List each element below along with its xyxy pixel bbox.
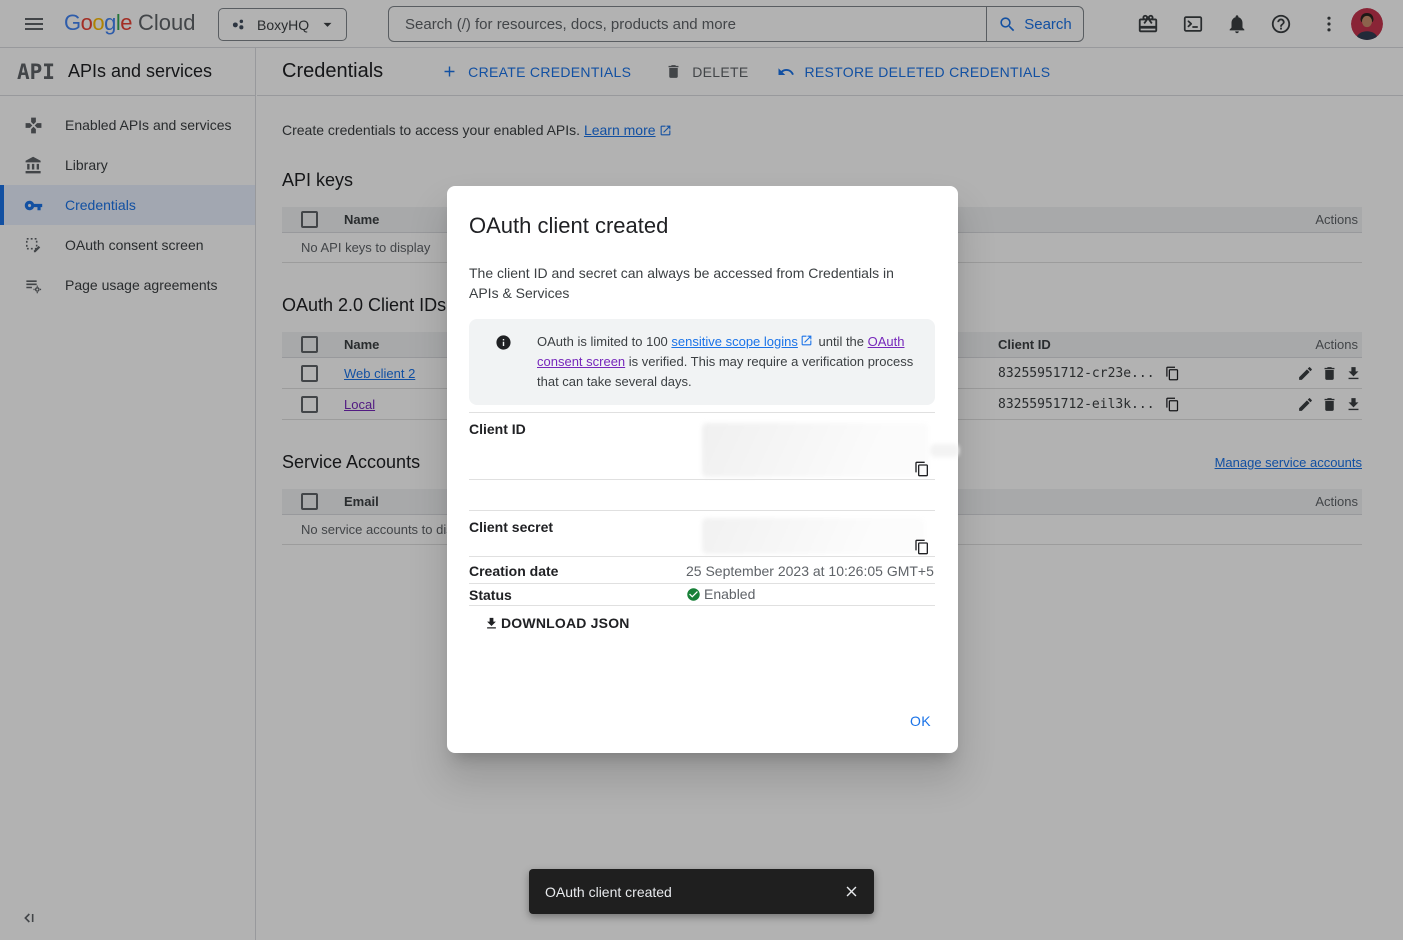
- client-secret-redacted-value: [702, 518, 924, 554]
- client-id-redacted-value: [702, 423, 928, 477]
- dialog-title: OAuth client created: [469, 212, 935, 240]
- toast-message: OAuth client created: [545, 884, 672, 900]
- creation-date-value: 25 September 2023 at 10:26:05 GMT+5: [686, 563, 934, 579]
- spacer-row: [469, 479, 935, 510]
- toast-close-icon[interactable]: [843, 883, 860, 900]
- copy-client-secret-icon[interactable]: [914, 539, 930, 555]
- toast: OAuth client created: [529, 869, 874, 914]
- copy-client-id-icon[interactable]: [914, 461, 930, 477]
- notice-banner: OAuth is limited to 100 sensitive scope …: [469, 319, 935, 405]
- status-value: Enabled: [704, 586, 755, 602]
- creation-date-row: Creation date 25 September 2023 at 10:26…: [469, 556, 935, 583]
- external-link-icon: [800, 334, 813, 347]
- client-secret-row: Client secret: [469, 510, 935, 556]
- client-id-row: Client ID: [469, 412, 935, 479]
- sensitive-scope-logins-link[interactable]: sensitive scope logins: [671, 334, 797, 349]
- status-row: Status Enabled: [469, 583, 935, 606]
- status-enabled-icon: [686, 587, 701, 602]
- screen: Google Cloud BoxyHQ Search: [0, 0, 1403, 940]
- notice-text: OAuth is limited to 100 sensitive scope …: [537, 319, 925, 405]
- download-json-button[interactable]: DOWNLOAD JSON: [484, 615, 630, 631]
- dialog-fields: Client ID Client secret Creation date 25…: [469, 412, 935, 606]
- dialog-subtitle: The client ID and secret can always be a…: [469, 263, 914, 303]
- ok-button[interactable]: OK: [910, 713, 931, 729]
- oauth-client-created-dialog: OAuth client created The client ID and s…: [447, 186, 958, 753]
- download-icon: [484, 616, 499, 631]
- client-id-redacted-value: [930, 444, 959, 457]
- info-icon: [469, 319, 537, 405]
